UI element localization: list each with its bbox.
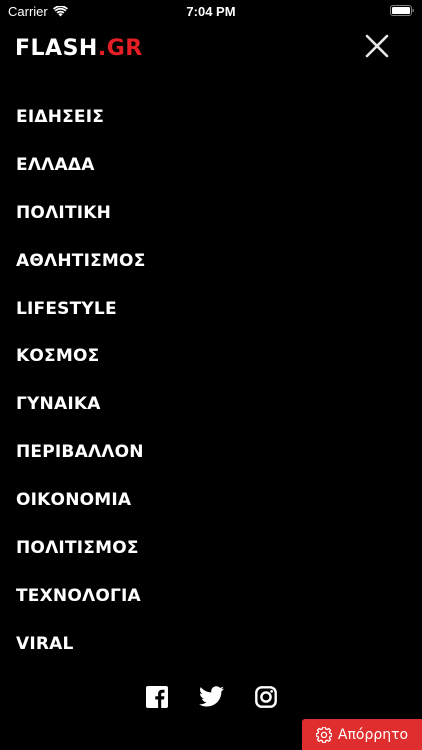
logo-main-text: FLASH — [15, 36, 98, 61]
menu-item-technologia[interactable]: ΤΕΧΝΟΛΟΓΙΑ — [16, 572, 146, 620]
privacy-button[interactable]: Απόρρητο — [302, 719, 422, 750]
menu-item-politiki[interactable]: ΠΟΛΙΤΙΚΗ — [16, 189, 146, 237]
menu-item-perivallon[interactable]: ΠΕΡΙΒΑΛΛΟΝ — [16, 428, 146, 476]
flash-gr-logo: FLASH.GR — [15, 37, 143, 61]
menu-item-eidiseis[interactable]: ΕΙΔΗΣΕΙΣ — [16, 93, 146, 141]
clock: 7:04 PM — [186, 4, 236, 19]
status-bar: Carrier 7:04 PM — [0, 0, 422, 22]
instagram-icon[interactable] — [254, 686, 277, 708]
section-menu: ΕΙΔΗΣΕΙΣ ΕΛΛΑΔΑ ΠΟΛΙΤΙΚΗ ΑΘΛΗΤΙΣΜΟΣ LIFE… — [16, 93, 146, 668]
menu-item-kosmos[interactable]: ΚΟΣΜΟΣ — [16, 332, 146, 380]
menu-item-gynaika[interactable]: ΓΥΝΑΙΚΑ — [16, 380, 146, 428]
privacy-label: Απόρρητο — [337, 726, 409, 743]
logo-suffix-text: .GR — [97, 36, 143, 61]
menu-item-athlitismos[interactable]: ΑΘΛΗΤΙΣΜΟΣ — [16, 237, 146, 285]
menu-item-viral[interactable]: VIRAL — [16, 620, 146, 668]
close-icon[interactable] — [362, 31, 392, 61]
menu-item-oikonomia[interactable]: ΟΙΚΟΝΟΜΙΑ — [16, 476, 146, 524]
social-links — [0, 686, 422, 708]
menu-item-politismos[interactable]: ΠΟΛΙΤΙΣΜΟΣ — [16, 524, 146, 572]
menu-item-ellada[interactable]: ΕΛΛΑΔΑ — [16, 141, 146, 189]
menu-screen: Carrier 7:04 PM FLASH.GR ΕΙΔΗΣΕΙΣ ΕΛΛΑΔΑ… — [0, 0, 422, 750]
battery-icon — [390, 5, 414, 16]
twitter-icon[interactable] — [198, 686, 224, 707]
gear-icon — [315, 726, 332, 743]
menu-item-lifestyle[interactable]: LIFESTYLE — [16, 285, 146, 333]
facebook-icon[interactable] — [145, 686, 168, 708]
